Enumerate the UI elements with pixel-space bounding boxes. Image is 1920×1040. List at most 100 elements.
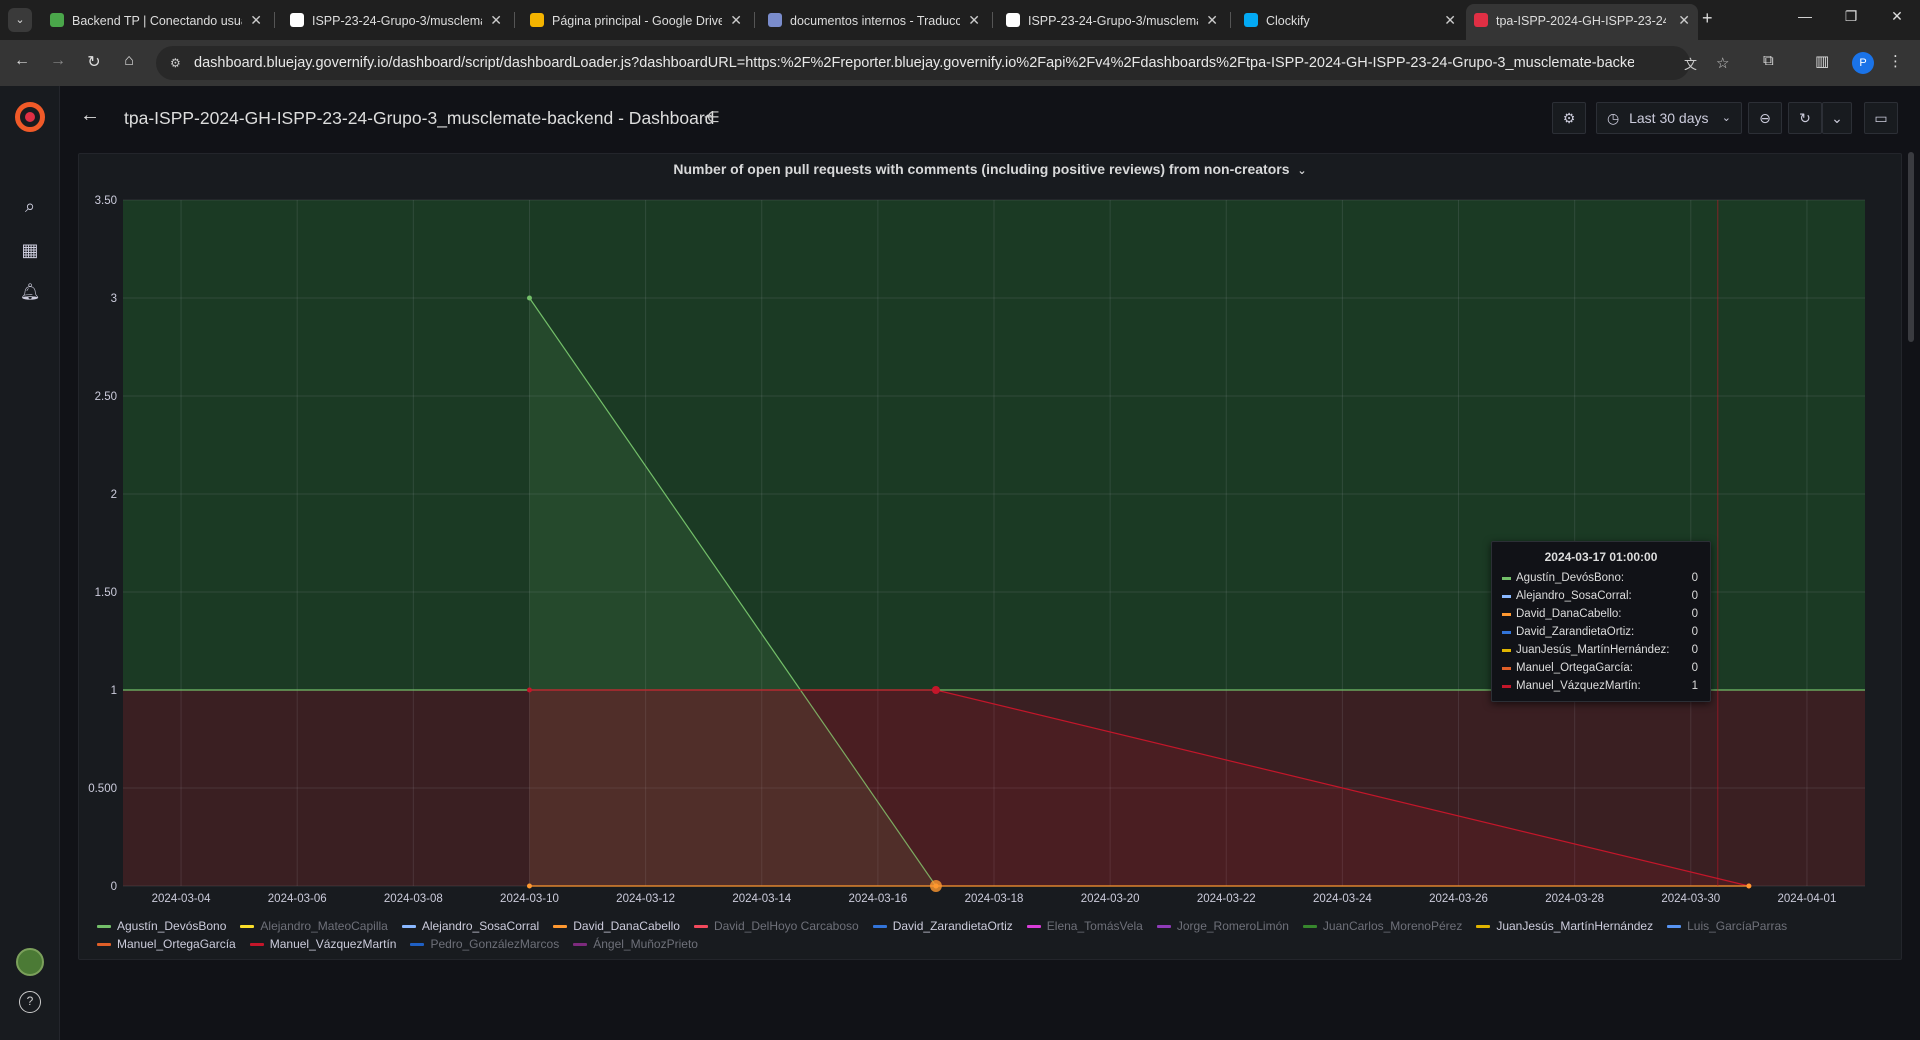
time-range-picker[interactable]: ◷ Last 30 days ⌄ bbox=[1596, 102, 1742, 134]
tab-close-icon[interactable]: ✕ bbox=[1678, 4, 1690, 36]
address-bar[interactable]: ⚙ dashboard.bluejay.governify.io/dashboa… bbox=[156, 46, 1729, 80]
window-close-icon[interactable]: ✕ bbox=[1882, 8, 1912, 25]
user-avatar[interactable] bbox=[16, 948, 44, 976]
x-tick-label: 2024-03-14 bbox=[732, 893, 791, 905]
browser-tab[interactable]: documentos internos - Traducc ✕ bbox=[760, 6, 988, 34]
legend-swatch bbox=[1026, 925, 1041, 929]
forward-nav-icon[interactable]: → bbox=[47, 52, 69, 70]
drive-icon bbox=[530, 12, 544, 27]
legend-swatch bbox=[1667, 925, 1682, 929]
browser-tab[interactable]: ISPP-23-24-Grupo-3/musclema ✕ bbox=[282, 6, 510, 34]
tab-close-icon[interactable]: ✕ bbox=[968, 6, 980, 34]
page-scrollbar[interactable] bbox=[1908, 152, 1914, 342]
line-icon bbox=[50, 12, 64, 27]
chart-tooltip: 2024-03-17 01:00:00 Agustín_DevósBono: 0 A… bbox=[1491, 541, 1711, 702]
legend-label: Alejandro_SosaCorral bbox=[421, 919, 540, 933]
tab-separator bbox=[754, 12, 755, 28]
line-chart[interactable]: 0 0.500 1 1.50 2 2.50 3 3.50 2024-03-04 2024-03-0… bbox=[79, 154, 1903, 914]
site-info-icon[interactable]: ⚙ bbox=[170, 56, 184, 70]
browser-tab[interactable]: Backend TP | Conectando usuar ✕ bbox=[42, 6, 270, 34]
legend-item[interactable]: Alejandro_MateoCapilla bbox=[240, 917, 388, 935]
y-tick-label: 3 bbox=[111, 293, 117, 305]
tab-separator bbox=[992, 12, 993, 28]
legend-item[interactable]: Ángel_MuñozPrieto bbox=[573, 935, 698, 953]
legend-item[interactable]: Pedro_GonzálezMarcos bbox=[410, 935, 559, 953]
legend-item[interactable]: David_DelHoyo Carcaboso bbox=[693, 917, 859, 935]
y-tick-label: 3.50 bbox=[95, 195, 117, 207]
legend-item[interactable]: Jorge_RomeroLimón bbox=[1156, 917, 1289, 935]
legend-label: David_DelHoyo Carcaboso bbox=[713, 919, 859, 933]
tab-title: Clockify bbox=[1266, 13, 1310, 28]
x-tick-label: 2024-04-01 bbox=[1778, 893, 1837, 905]
refresh-interval-chevron-icon[interactable]: ⌄ bbox=[1822, 102, 1852, 134]
tab-close-icon[interactable]: ✕ bbox=[250, 6, 262, 34]
back-arrow-icon[interactable]: ← bbox=[80, 104, 100, 127]
legend-swatch bbox=[1476, 925, 1491, 929]
browser-tab[interactable]: Clockify ✕ bbox=[1236, 6, 1464, 34]
legend-item[interactable]: David_DanaCabello bbox=[553, 917, 680, 935]
side-panel-icon[interactable]: ▥ bbox=[1815, 52, 1829, 70]
tooltip-series-name: JuanJesús_MartínHernández: bbox=[1516, 644, 1670, 656]
browser-tab[interactable]: ISPP-23-24-Grupo-3/musclema ✕ bbox=[998, 6, 1226, 34]
legend-item[interactable]: JuanCarlos_MorenoPérez bbox=[1302, 917, 1462, 935]
url-text: dashboard.bluejay.governify.io/dashboard… bbox=[194, 55, 1634, 71]
legend-swatch bbox=[1302, 925, 1317, 929]
tab-title: Página principal - Google Drive bbox=[552, 13, 722, 28]
time-range-label: Last 30 days bbox=[1629, 110, 1709, 126]
tv-mode-icon[interactable]: ▭ bbox=[1864, 102, 1898, 134]
legend-item[interactable]: Manuel_VázquezMartín bbox=[249, 935, 396, 953]
grafana-logo-icon[interactable] bbox=[15, 102, 45, 132]
github-icon bbox=[290, 12, 304, 27]
home-icon[interactable]: ⌂ bbox=[118, 52, 140, 70]
legend-item[interactable]: Elena_TomásVela bbox=[1026, 917, 1143, 935]
browser-menu-icon[interactable]: ⋮ bbox=[1888, 52, 1903, 70]
tooltip-series-name: Agustín_DevósBono: bbox=[1516, 572, 1625, 584]
y-tick-label: 2.50 bbox=[95, 391, 117, 403]
tab-close-icon[interactable]: ✕ bbox=[1444, 6, 1456, 34]
help-icon[interactable]: ? bbox=[19, 991, 41, 1013]
y-tick-label: 2 bbox=[111, 489, 117, 501]
minimize-icon[interactable]: — bbox=[1790, 8, 1820, 24]
legend-item[interactable]: David_ZarandietaOrtiz bbox=[872, 917, 1013, 935]
tab-title: tpa-ISPP-2024-GH-ISPP-23-24- bbox=[1496, 13, 1666, 28]
tooltip-row: Agustín_DevósBono: 0 bbox=[1492, 569, 1710, 587]
chevron-down-icon: ⌄ bbox=[1721, 112, 1731, 124]
back-nav-icon[interactable]: ← bbox=[11, 52, 33, 70]
zoom-out-icon[interactable]: ⊖ bbox=[1748, 102, 1782, 134]
dashboards-grid-icon[interactable]: ▦ bbox=[18, 238, 42, 262]
tooltip-series-value: 0 bbox=[1691, 662, 1698, 674]
dashboard-header: ← tpa-ISPP-2024-GH-ISPP-23-24-Grupo-3_mu… bbox=[60, 86, 1920, 150]
legend-item[interactable]: Manuel_OrtegaGarcía bbox=[97, 935, 236, 953]
data-point bbox=[526, 883, 532, 889]
tab-close-icon[interactable]: ✕ bbox=[730, 6, 742, 34]
tooltip-row: Alejandro_SosaCorral: 0 bbox=[1492, 587, 1710, 605]
series-swatch bbox=[1502, 631, 1511, 634]
browser-tabstrip: ⌄ Backend TP | Conectando usuar ✕ ISPP-23-… bbox=[0, 0, 1920, 40]
translate-icon[interactable]: 文 bbox=[1684, 54, 1697, 73]
share-icon[interactable]: ⋲ bbox=[704, 108, 719, 126]
legend-item[interactable]: JuanJesús_MartínHernández bbox=[1476, 917, 1653, 935]
reload-icon[interactable]: ↻ bbox=[83, 52, 105, 72]
browser-tab[interactable]: Página principal - Google Drive ✕ bbox=[522, 6, 750, 34]
tab-close-icon[interactable]: ✕ bbox=[490, 6, 502, 34]
legend-label: Manuel_OrtegaGarcía bbox=[117, 937, 236, 951]
tab-search-chevron-icon[interactable]: ⌄ bbox=[8, 8, 32, 32]
tooltip-series-name: Alejandro_SosaCorral: bbox=[1516, 590, 1632, 602]
settings-gear-icon[interactable]: ⚙ bbox=[1552, 102, 1586, 134]
tab-close-icon[interactable]: ✕ bbox=[1206, 6, 1218, 34]
legend-label: JuanJesús_MartínHernández bbox=[1496, 919, 1654, 933]
legend-item[interactable]: Luis_GarcíaParras bbox=[1667, 917, 1787, 935]
browser-tab[interactable]: tpa-ISPP-2024-GH-ISPP-23-24- ✕ bbox=[1466, 4, 1698, 40]
bookmark-star-icon[interactable]: ☆ bbox=[1716, 54, 1729, 72]
search-icon[interactable]: ⌕ bbox=[18, 194, 42, 218]
tooltip-series-name: David_DanaCabello: bbox=[1516, 608, 1622, 620]
alerting-bell-icon[interactable]: 🔔︎ bbox=[18, 281, 42, 305]
profile-avatar[interactable]: P bbox=[1852, 52, 1874, 74]
refresh-icon[interactable]: ↻ bbox=[1788, 102, 1822, 134]
app-sidebar: ⌕ ▦ 🔔︎ ? bbox=[0, 86, 60, 1040]
restore-icon[interactable]: ❐ bbox=[1836, 8, 1866, 25]
new-tab-button[interactable]: + bbox=[1702, 8, 1713, 29]
legend-item[interactable]: Agustín_DevósBono bbox=[97, 917, 226, 935]
legend-item[interactable]: Alejandro_SosaCorral bbox=[401, 917, 540, 935]
extensions-icon[interactable]: ⧉ bbox=[1763, 52, 1774, 69]
